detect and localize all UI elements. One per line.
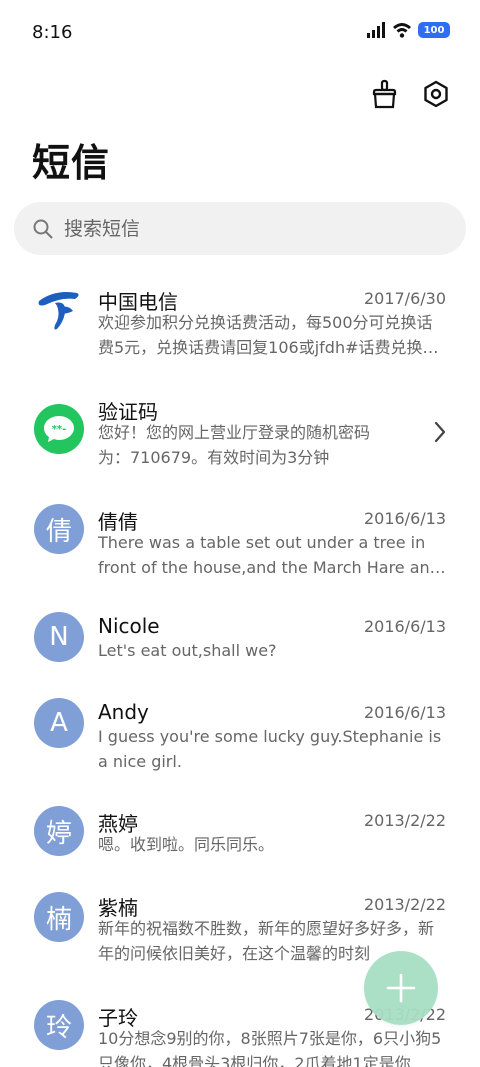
avatar bbox=[34, 284, 84, 334]
broom-icon bbox=[372, 79, 397, 109]
message-preview: 嗯。收到啦。同乐同乐。 bbox=[98, 835, 275, 854]
message-row[interactable]: A Andy 2016/6/13 I guess you're some luc… bbox=[0, 676, 480, 786]
message-preview: 您好！您的网上营业厅登录的随机密码为：710679。有效时间为3分钟 bbox=[98, 423, 371, 467]
message-date: 2013/2/22 bbox=[363, 895, 446, 914]
search-icon bbox=[33, 219, 53, 238]
message-preview: There was a table set out under a tree i… bbox=[98, 533, 440, 577]
message-preview: 10分想念9别的你，8张照片7张是你，6只小狗5只像你，4根骨头3根归你，2爪着… bbox=[98, 1029, 442, 1067]
contact-name: Nicole bbox=[98, 614, 160, 638]
message-preview: I guess you're some lucky guy.Stephanie … bbox=[98, 727, 442, 771]
message-date: 2016/6/13 bbox=[363, 703, 446, 722]
message-date: 2013/2/22 bbox=[363, 811, 446, 830]
settings-hexagon-icon bbox=[424, 80, 448, 108]
avatar: 婷 bbox=[34, 806, 84, 856]
message-row[interactable]: **- 验证码 您好！您的网上营业厅登录的随机密码为：710679。有效时间为3… bbox=[0, 370, 480, 480]
clean-button[interactable] bbox=[366, 76, 402, 112]
avatar: 玲 bbox=[34, 1000, 84, 1050]
avatar: **- bbox=[34, 404, 84, 454]
message-date: 2017/6/30 bbox=[363, 289, 446, 308]
avatar: A bbox=[34, 698, 84, 748]
message-row[interactable]: 婷 燕婷 2013/2/22 嗯。收到啦。同乐同乐。 bbox=[0, 786, 480, 872]
message-row[interactable]: N Nicole 2016/6/13 Let's eat out,shall w… bbox=[0, 590, 480, 676]
search-input[interactable] bbox=[64, 217, 424, 240]
svg-text:**-: **- bbox=[52, 424, 67, 435]
message-date: 2016/6/13 bbox=[363, 509, 446, 528]
new-message-button[interactable] bbox=[364, 951, 438, 1025]
message-row[interactable]: 倩 倩倩 2016/6/13 There was a table set out… bbox=[0, 480, 480, 590]
contact-name: Andy bbox=[98, 700, 149, 724]
avatar: N bbox=[34, 612, 84, 662]
avatar: 楠 bbox=[34, 892, 84, 942]
search-bar[interactable] bbox=[14, 202, 466, 255]
message-date: 2016/6/13 bbox=[363, 617, 446, 636]
message-preview: 欢迎参加积分兑换话费活动，每500分可兑换话费5元，兑换话费请回复106或jfd… bbox=[98, 313, 439, 357]
message-row[interactable]: 中国电信 2017/6/30 欢迎参加积分兑换话费活动，每500分可兑换话费5元… bbox=[0, 260, 480, 370]
china-telecom-logo-icon bbox=[38, 292, 79, 330]
plus-icon bbox=[386, 973, 416, 1003]
message-preview: Let's eat out,shall we? bbox=[98, 641, 277, 660]
settings-button[interactable] bbox=[418, 76, 454, 112]
status-bar: 8:16 100 bbox=[0, 0, 480, 66]
chat-bubble-icon: **- bbox=[44, 416, 74, 442]
avatar: 倩 bbox=[34, 504, 84, 554]
status-time: 8:16 bbox=[32, 22, 73, 43]
status-icons: 100 bbox=[366, 22, 450, 38]
top-actions bbox=[366, 76, 454, 112]
chevron-right-icon bbox=[434, 421, 446, 443]
page-title: 短信 bbox=[32, 141, 111, 185]
wifi-icon bbox=[393, 23, 411, 38]
signal-icon bbox=[367, 22, 385, 38]
battery-indicator: 100 bbox=[418, 22, 450, 38]
